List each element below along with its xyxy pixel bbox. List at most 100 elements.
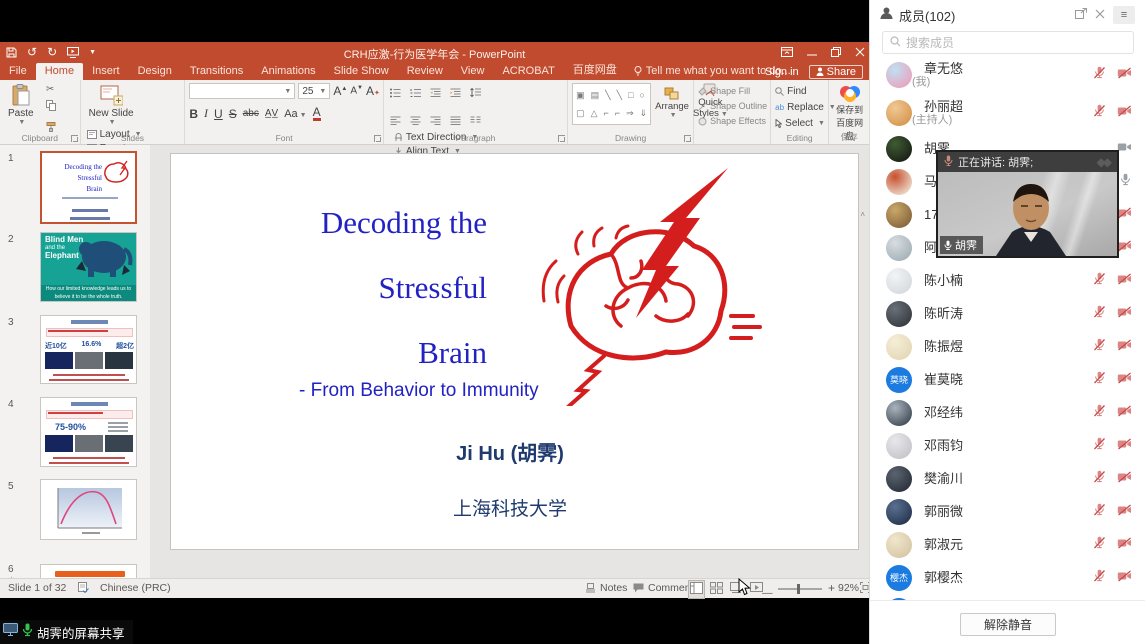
clipboard-dialog-launcher[interactable] (71, 135, 78, 142)
ribbon-options-icon[interactable] (781, 44, 793, 62)
mic-muted-icon[interactable] (1093, 503, 1106, 521)
minimize-icon[interactable] (807, 44, 817, 62)
member-row[interactable]: 樱杰郭樱杰 (870, 561, 1145, 594)
member-row[interactable]: 陈振煜 (870, 330, 1145, 363)
camera-on-icon[interactable] (1117, 140, 1132, 158)
numbering-icon[interactable] (410, 85, 421, 103)
line-spacing-icon[interactable] (470, 85, 481, 103)
mic-muted-icon[interactable] (1093, 305, 1106, 323)
mic-on-icon[interactable] (1119, 173, 1132, 191)
align-center-icon[interactable] (410, 112, 421, 130)
camera-muted-icon[interactable] (1117, 239, 1132, 257)
mic-muted-icon[interactable] (1093, 536, 1106, 554)
member-row[interactable]: 樊渝川 (870, 462, 1145, 495)
tab-slide-show[interactable]: Slide Show (325, 63, 398, 80)
speaker-video-overlay[interactable]: 正在讲话: 胡霁; ◆◆ (936, 150, 1119, 258)
share-button[interactable]: Share (809, 65, 863, 79)
slide-thumb-2[interactable]: Blind Men and the Elephant How our limit… (40, 232, 137, 302)
shape-outline-button[interactable]: Shape Outline (698, 101, 767, 111)
slide-sorter-view-button[interactable] (708, 580, 725, 599)
shapes-gallery[interactable]: ▣▤╲╲□○ ▢△⌐⌐⇒⇓ (572, 83, 651, 125)
slide-thumb-1[interactable]: Decoding theStressfulBrain (40, 151, 137, 224)
notes-button[interactable]: Notes (585, 582, 627, 594)
mic-muted-icon[interactable] (1093, 470, 1106, 488)
char-spacing-icon[interactable]: A̲V̲ (265, 108, 278, 119)
tab-acrobat[interactable]: ACROBAT (493, 63, 563, 80)
search-box[interactable] (882, 31, 1134, 54)
slide-thumb-5[interactable] (40, 479, 137, 540)
camera-muted-icon[interactable] (1117, 272, 1132, 290)
drawing-dialog-launcher[interactable] (684, 135, 691, 142)
align-right-icon[interactable] (430, 112, 441, 130)
zoom-out-button[interactable]: — (762, 587, 773, 599)
tab-百度网盘[interactable]: 百度网盘 (564, 59, 626, 80)
select-button[interactable]: Select▼ (775, 118, 836, 129)
paste-button[interactable]: Paste▼ (4, 83, 38, 127)
sign-in-link[interactable]: Sign in (765, 66, 799, 78)
tab-insert[interactable]: Insert (83, 63, 129, 80)
replace-button[interactable]: abReplace▼ (775, 102, 836, 113)
increase-indent-icon[interactable] (450, 85, 461, 103)
normal-view-button[interactable] (688, 580, 705, 599)
tab-design[interactable]: Design (129, 63, 181, 80)
camera-muted-icon[interactable] (1117, 305, 1132, 323)
camera-muted-icon[interactable] (1117, 104, 1132, 122)
camera-muted-icon[interactable] (1117, 503, 1132, 521)
member-row[interactable]: 邓经纬 (870, 396, 1145, 429)
decrease-indent-icon[interactable] (430, 85, 441, 103)
font-name-combo[interactable]: ▼ (189, 83, 295, 99)
bullets-icon[interactable] (390, 85, 401, 103)
search-members-input[interactable] (906, 36, 1126, 50)
slide-thumb-6[interactable] (40, 564, 137, 578)
camera-muted-icon[interactable] (1117, 404, 1132, 422)
change-case-icon[interactable]: Aa▼ (284, 108, 306, 120)
mic-muted-icon[interactable] (1093, 437, 1106, 455)
camera-muted-icon[interactable] (1117, 437, 1132, 455)
slide-thumb-3[interactable]: 近10亿16.6%超2亿 (40, 315, 137, 384)
camera-muted-icon[interactable] (1117, 470, 1132, 488)
italic-button[interactable]: I (204, 106, 208, 121)
thumbnail-panel[interactable]: 1 Decoding theStressfulBrain 2 Blind Men… (0, 145, 150, 578)
slide-thumb-4[interactable]: 75-90% (40, 397, 137, 467)
font-size-combo[interactable]: 25▼ (298, 83, 330, 99)
member-row[interactable]: 郭丽微 (870, 495, 1145, 528)
zoom-level[interactable]: 92% (838, 582, 859, 594)
restore-icon[interactable] (831, 44, 841, 62)
paragraph-dialog-launcher[interactable] (558, 135, 565, 142)
grow-font-icon[interactable]: A▲ (333, 84, 347, 98)
tab-animations[interactable]: Animations (252, 63, 324, 80)
panel-menu-icon[interactable]: ≡ (1113, 6, 1135, 24)
member-row[interactable]: 莫晓崔莫晓 (870, 363, 1145, 396)
tab-view[interactable]: View (452, 63, 494, 80)
zoom-slider[interactable] (778, 588, 822, 590)
camera-muted-icon[interactable] (1117, 338, 1132, 356)
columns-icon[interactable] (470, 112, 481, 130)
mic-muted-icon[interactable] (1093, 338, 1106, 356)
member-row[interactable]: 邓雨钧 (870, 429, 1145, 462)
close-icon[interactable] (855, 44, 865, 62)
tab-transitions[interactable]: Transitions (181, 63, 252, 80)
new-slide-button[interactable]: New Slide▼ (85, 83, 138, 127)
mic-muted-icon[interactable] (1093, 404, 1106, 422)
font-color-icon[interactable]: A (313, 106, 321, 121)
shape-fill-button[interactable]: Shape Fill (698, 86, 767, 96)
mic-muted-icon[interactable] (1093, 272, 1106, 290)
spellcheck-icon[interactable] (78, 582, 89, 593)
strike-abc-button[interactable]: abc (243, 108, 259, 119)
tab-file[interactable]: File (0, 63, 36, 80)
mic-muted-icon[interactable] (1093, 66, 1106, 84)
member-row[interactable]: 郭淑元 (870, 528, 1145, 561)
mic-muted-icon[interactable] (1093, 569, 1106, 587)
cut-icon[interactable]: ✂ (46, 85, 56, 95)
justify-icon[interactable] (450, 112, 461, 130)
shape-effects-button[interactable]: Shape Effects (698, 116, 767, 126)
zoom-in-button[interactable]: + (828, 581, 835, 595)
member-row[interactable]: 章无悠(我) (870, 56, 1145, 94)
tab-home[interactable]: Home (36, 63, 83, 80)
shrink-font-icon[interactable]: A▼ (350, 85, 363, 96)
bold-button[interactable]: B (189, 107, 198, 121)
align-left-icon[interactable] (390, 112, 401, 130)
close-panel-icon[interactable] (1095, 6, 1105, 24)
camera-muted-icon[interactable] (1117, 206, 1132, 224)
member-row[interactable]: 陈小楠 (870, 264, 1145, 297)
